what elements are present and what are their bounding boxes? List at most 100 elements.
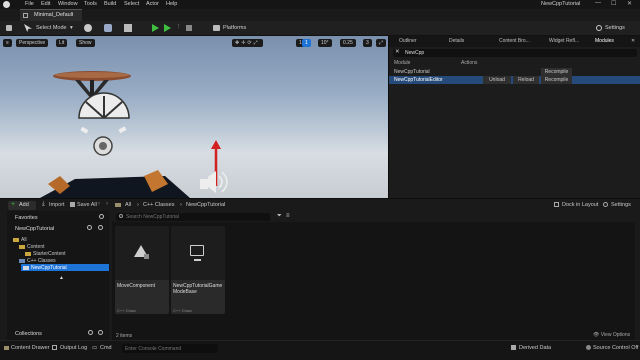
cb-settings-button[interactable]: Settings — [611, 202, 631, 208]
add-collection-icon[interactable] — [88, 330, 93, 335]
dock-in-layout-button[interactable]: Dock in Layout — [562, 202, 598, 208]
menu-select[interactable]: Select — [124, 1, 139, 7]
close-tab-icon[interactable]: ✕ — [631, 38, 635, 46]
asset-tile[interactable]: MoveComponent C++ Class — [115, 226, 169, 314]
import-button[interactable]: Import — [49, 202, 65, 208]
search-icon[interactable] — [99, 214, 104, 219]
blueprint-icon[interactable] — [104, 24, 112, 32]
forward-icon[interactable]: › — [106, 201, 108, 207]
asset-tile[interactable]: NewCppTutorialGame ModeBase C++ Class — [171, 226, 225, 314]
search-icon[interactable] — [98, 330, 103, 335]
save-all-button[interactable]: Save All — [77, 202, 97, 208]
tree-item-all[interactable]: All — [9, 236, 107, 243]
breadcrumb-project[interactable]: NewCppTutorial — [186, 202, 225, 208]
recompile-button[interactable]: Recompile — [541, 68, 572, 76]
back-icon[interactable]: ‹ — [98, 201, 100, 207]
item-count: 2 items — [116, 333, 133, 339]
content-search-input[interactable] — [126, 213, 266, 221]
gear-icon[interactable] — [98, 225, 103, 230]
view-options-eye-icon[interactable]: 👁 View Options — [593, 332, 630, 338]
menu-build[interactable]: Build — [104, 1, 116, 7]
menu-actor[interactable]: Actor — [146, 1, 159, 7]
unload-button[interactable]: Unload — [483, 76, 511, 84]
minimize-icon[interactable]: — — [595, 0, 601, 6]
collections-header[interactable]: Collections — [15, 331, 42, 337]
folder-icon — [19, 259, 25, 263]
mouse-cursor-icon: ▲ — [59, 275, 64, 281]
folder-icon — [115, 203, 121, 207]
level-viewport[interactable]: ≡ Perspective Lit Show ✥✛⟳⤢ 10 1 10° 0.2… — [0, 36, 388, 198]
import-icon: ⤓ — [42, 201, 45, 207]
play-options-icon[interactable] — [164, 24, 171, 32]
source-control-button[interactable]: Source Control Off — [593, 345, 638, 351]
project-header[interactable]: NewCppTutorial — [15, 226, 54, 232]
module-row[interactable]: NewCppTutorialEditor Unload Reload Recom… — [389, 76, 640, 84]
tree-item-newcpptutorial[interactable]: NewCppTutorial — [21, 264, 109, 271]
play-icon[interactable] — [152, 24, 159, 32]
tab-details[interactable]: Details — [449, 38, 464, 46]
more-options-icon[interactable]: ⋮ — [176, 24, 182, 30]
platforms-button[interactable]: Platforms — [223, 25, 246, 31]
tab-widget-reflector[interactable]: Widget Refl... — [549, 38, 579, 46]
status-bar: Content Drawer Output Log ▭ Cmd Derived … — [0, 340, 640, 360]
module-row[interactable]: NewCppTutorial Recompile — [389, 68, 640, 76]
cmd-dropdown[interactable]: Cmd — [100, 345, 112, 351]
reload-button[interactable]: Reload — [513, 76, 539, 84]
sources-panel: Favorites NewCppTutorial All Content Sta… — [7, 211, 109, 341]
tab-content-browser[interactable]: Content Bro... — [499, 38, 530, 46]
dock-icon — [554, 202, 559, 207]
stop-icon[interactable] — [186, 25, 192, 31]
right-panel: Outliner Details Content Bro... Widget R… — [388, 36, 640, 198]
derived-data-button[interactable]: Derived Data — [519, 345, 551, 351]
tree-item-content[interactable]: Content — [9, 243, 107, 250]
tab-label: Minimal_Default — [34, 12, 74, 18]
maximize-icon[interactable]: ☐ — [611, 0, 616, 7]
recompile-button[interactable]: Recompile — [541, 76, 572, 84]
filter-icon[interactable]: ⏷ — [277, 213, 282, 220]
search-icon[interactable] — [87, 225, 92, 230]
asset-thumbnail — [115, 226, 169, 280]
output-log-button[interactable]: Output Log — [60, 345, 87, 351]
content-search[interactable] — [116, 213, 270, 221]
asset-name: MoveComponent — [117, 283, 156, 289]
tab-minimal-default[interactable]: Minimal_Default — [20, 9, 82, 21]
content-drawer-button[interactable]: Content Drawer — [11, 345, 50, 351]
add-button[interactable]: + Add — [8, 201, 36, 210]
close-icon[interactable]: ✕ — [627, 0, 632, 7]
menu-window[interactable]: Window — [58, 1, 78, 7]
title-bar: File Edit Window Tools Build Select Acto… — [0, 0, 640, 9]
main-toolbar: Select Mode ▾ ⋮ Platforms Settings — [0, 21, 640, 36]
menu-edit[interactable]: Edit — [41, 1, 50, 7]
save-all-icon — [70, 202, 75, 207]
favorites-header[interactable]: Favorites — [15, 215, 38, 221]
tab-outliner[interactable]: Outliner — [399, 38, 417, 46]
clear-search-icon[interactable]: ✕ — [395, 49, 400, 55]
tree-item-startercontent[interactable]: StarterContent — [9, 250, 107, 257]
add-actor-icon[interactable] — [84, 24, 92, 32]
asset-type: C++ Class — [173, 308, 192, 313]
output-log-icon — [52, 345, 57, 350]
column-module: Module — [394, 60, 411, 66]
breadcrumb-all[interactable]: All — [125, 202, 131, 208]
folder-icon — [25, 252, 31, 256]
window-title: NewCppTutorial — [541, 1, 581, 7]
tab-modules[interactable]: Modules — [595, 38, 614, 46]
view-options-icon[interactable]: ≡ — [286, 213, 290, 219]
settings-button[interactable]: Settings — [605, 25, 625, 31]
console-command-input[interactable] — [122, 344, 218, 353]
folder-icon — [13, 238, 19, 242]
tree-item-cpp-classes[interactable]: C++ Classes — [9, 257, 107, 264]
module-name: NewCppTutorialEditor — [394, 77, 443, 83]
platforms-icon — [213, 25, 220, 31]
folder-icon — [19, 245, 25, 249]
cinematics-icon[interactable] — [124, 24, 132, 32]
chevron-down-icon: ▾ — [70, 25, 73, 31]
menu-tools[interactable]: Tools — [84, 1, 97, 7]
menu-help[interactable]: Help — [166, 1, 177, 7]
menu-file[interactable]: File — [25, 1, 34, 7]
tab-row — [0, 9, 640, 21]
modules-search[interactable]: ✕ NewCpp — [393, 49, 637, 57]
save-icon[interactable] — [6, 25, 12, 31]
select-mode-dropdown[interactable]: Select Mode — [36, 25, 67, 31]
breadcrumb-cpp-classes[interactable]: C++ Classes — [143, 202, 175, 208]
